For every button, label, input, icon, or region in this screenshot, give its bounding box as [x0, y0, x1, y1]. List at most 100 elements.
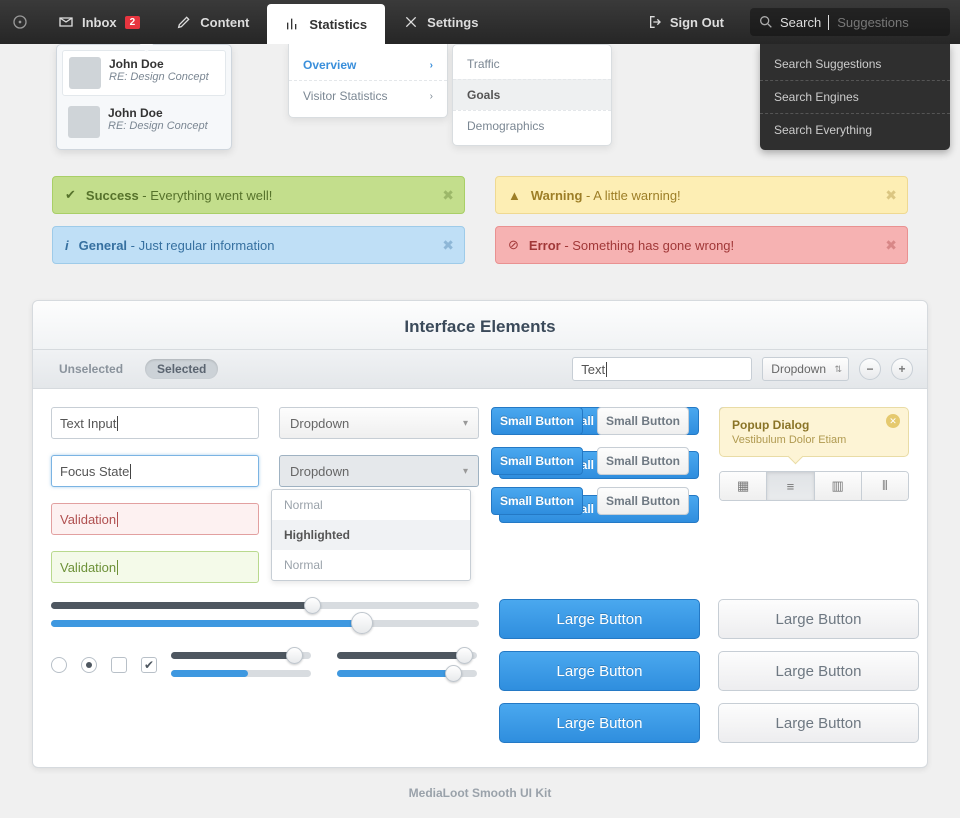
interface-panel: Interface Elements Unselected Selected T…: [32, 300, 928, 768]
text-input-error[interactable]: Validation: [51, 503, 259, 535]
large-button[interactable]: Large Button: [718, 599, 919, 639]
alert-error: ⊘Error - Something has gone wrong!✖: [495, 226, 908, 264]
mini-slider[interactable]: [337, 670, 477, 677]
footer-text: MediaLoot Smooth UI Kit: [0, 768, 960, 818]
slider[interactable]: [51, 620, 479, 627]
view-columns-icon[interactable]: ▥: [814, 472, 861, 500]
alert-info: iGeneral - Just regular information✖: [52, 226, 465, 264]
small-button[interactable]: Small Button: [597, 447, 689, 475]
large-button-primary[interactable]: Large Button: [499, 599, 700, 639]
search-option[interactable]: Search Everything: [760, 113, 950, 146]
view-grid-icon[interactable]: ▦: [720, 472, 766, 500]
sign-out-button[interactable]: Sign Out: [632, 0, 740, 44]
nav-statistics[interactable]: Statistics: [267, 4, 385, 44]
dropdown-option[interactable]: Normal: [272, 490, 470, 520]
check-icon: ✔: [65, 187, 76, 203]
dropdown-open[interactable]: Dropdown: [279, 455, 479, 487]
edit-icon: [176, 14, 192, 30]
nav-inbox[interactable]: Inbox 2: [40, 0, 158, 44]
view-list-icon[interactable]: ≡: [766, 472, 813, 500]
avatar: [68, 106, 100, 138]
stats-menu: Overview› Visitor Statistics›: [288, 44, 448, 118]
nav-label: Content: [200, 15, 249, 30]
stats-menu-item[interactable]: Overview›: [289, 50, 447, 80]
stats-submenu: Traffic Goals Demographics: [452, 44, 612, 146]
large-button[interactable]: Large Button: [718, 651, 919, 691]
view-barcode-icon[interactable]: ⦀: [861, 472, 908, 500]
nav-label: Statistics: [309, 17, 367, 32]
small-button[interactable]: Small Button: [597, 487, 689, 515]
small-button-primary[interactable]: Small Button: [491, 487, 583, 515]
text-input-valid[interactable]: Validation: [51, 551, 259, 583]
avatar: [69, 57, 101, 89]
search-value: Search: [780, 15, 821, 30]
alert-success: ✔Success - Everything went well!✖: [52, 176, 465, 214]
close-icon[interactable]: ✕: [886, 414, 900, 428]
search-icon: [758, 14, 774, 30]
inbox-item[interactable]: John DoeRE: Design Concept: [62, 100, 226, 144]
error-icon: ⊘: [508, 237, 519, 253]
signout-icon: [648, 14, 664, 30]
chevron-right-icon: ›: [430, 60, 433, 71]
large-button[interactable]: Large Button: [718, 703, 919, 743]
mini-slider[interactable]: [337, 652, 477, 659]
inbox-popover: John DoeRE: Design Concept John DoeRE: D…: [56, 44, 232, 150]
search-input[interactable]: Search Suggestions: [750, 8, 950, 36]
popup-subtitle: Vestibulum Dolor Etiam: [732, 434, 896, 446]
slider[interactable]: [51, 602, 479, 609]
checkbox[interactable]: [111, 657, 127, 673]
dropdown-option[interactable]: Highlighted: [272, 520, 470, 550]
small-button-primary[interactable]: Small Button: [491, 407, 583, 435]
view-toggle: ▦ ≡ ▥ ⦀: [719, 471, 909, 501]
warning-icon: ▲: [508, 188, 521, 203]
alert-warning: ▲Warning - A little warning!✖: [495, 176, 908, 214]
tab-selected[interactable]: Selected: [145, 359, 218, 379]
dropdown-menu: Normal Highlighted Normal: [271, 489, 471, 581]
info-icon: i: [65, 238, 69, 253]
inbox-icon: [58, 14, 74, 30]
dropdown-option[interactable]: Normal: [272, 550, 470, 580]
search-option[interactable]: Search Engines: [760, 80, 950, 113]
mini-slider[interactable]: [171, 652, 311, 659]
nav-content[interactable]: Content: [158, 0, 267, 44]
large-button-primary[interactable]: Large Button: [499, 703, 700, 743]
stats-icon: [285, 16, 301, 32]
large-button-primary[interactable]: Large Button: [499, 651, 700, 691]
close-icon[interactable]: ✖: [442, 187, 454, 204]
nav-settings[interactable]: Settings: [385, 0, 496, 44]
gear-icon: [403, 14, 419, 30]
text-input-focus[interactable]: Focus State: [51, 455, 259, 487]
submenu-demographics[interactable]: Demographics: [453, 110, 611, 141]
plus-button[interactable]: +: [891, 358, 913, 380]
small-button-primary[interactable]: Small Button: [491, 447, 583, 475]
panel-title: Interface Elements: [33, 301, 927, 349]
mini-slider[interactable]: [171, 670, 311, 677]
nav-label: Inbox: [82, 15, 117, 30]
close-icon[interactable]: ✖: [442, 237, 454, 254]
toolbar-dropdown[interactable]: Dropdown: [762, 357, 849, 381]
dropdown[interactable]: Dropdown: [279, 407, 479, 439]
checkbox-checked[interactable]: ✔: [141, 657, 157, 673]
radio-checked[interactable]: [81, 657, 97, 673]
inbox-item[interactable]: John DoeRE: Design Concept: [62, 50, 226, 96]
submenu-traffic[interactable]: Traffic: [453, 49, 611, 79]
close-icon[interactable]: ✖: [885, 187, 897, 204]
submenu-goals[interactable]: Goals: [453, 79, 611, 110]
stats-menu-item[interactable]: Visitor Statistics›: [289, 80, 447, 111]
small-button[interactable]: Small Button: [597, 407, 689, 435]
search-placeholder: Suggestions: [837, 15, 909, 30]
minus-button[interactable]: −: [859, 358, 881, 380]
search-suggestions: Search Suggestions Search Engines Search…: [760, 44, 950, 150]
text-input[interactable]: Text Input: [51, 407, 259, 439]
app-icon[interactable]: [0, 0, 40, 44]
nav-label: Settings: [427, 15, 478, 30]
radio[interactable]: [51, 657, 67, 673]
chevron-right-icon: ›: [430, 91, 433, 102]
search-option[interactable]: Search Suggestions: [760, 48, 950, 80]
close-icon[interactable]: ✖: [885, 237, 897, 254]
inbox-badge: 2: [125, 16, 141, 29]
toolbar-text-input[interactable]: Text: [572, 357, 752, 381]
popup-dialog: ✕ Popup Dialog Vestibulum Dolor Etiam: [719, 407, 909, 457]
popup-title: Popup Dialog: [732, 418, 896, 432]
tab-unselected[interactable]: Unselected: [47, 359, 135, 379]
